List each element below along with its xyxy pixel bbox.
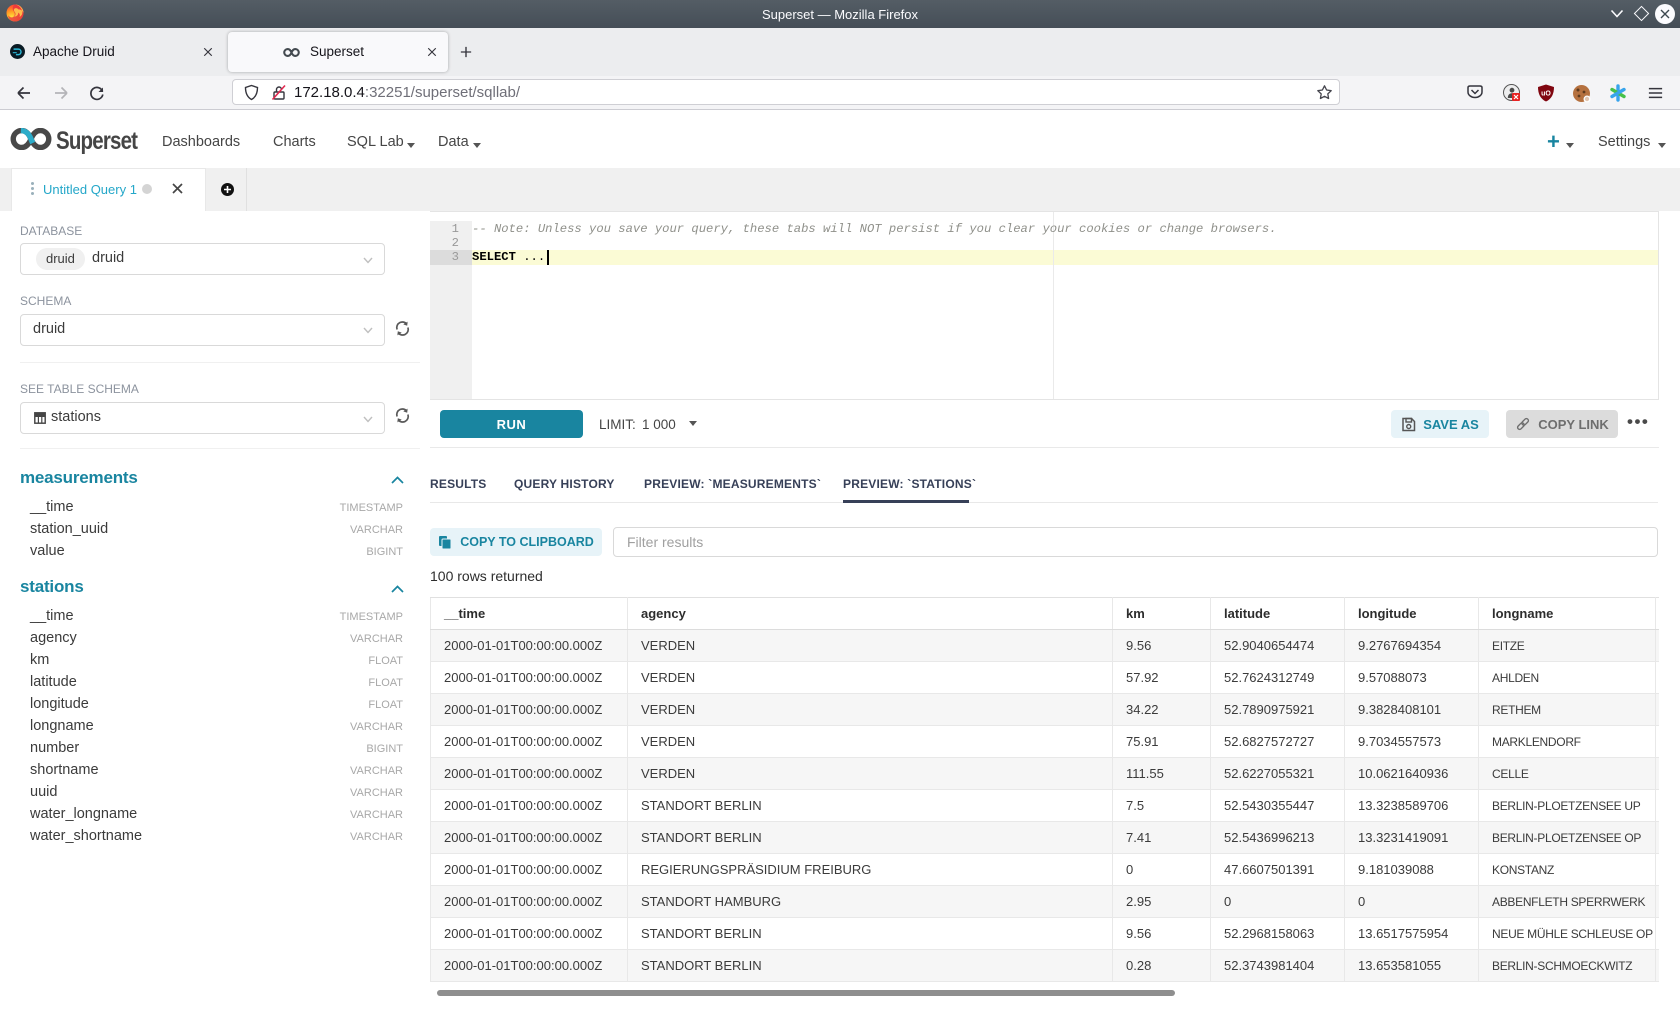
svg-text:uO: uO [1541,91,1551,98]
